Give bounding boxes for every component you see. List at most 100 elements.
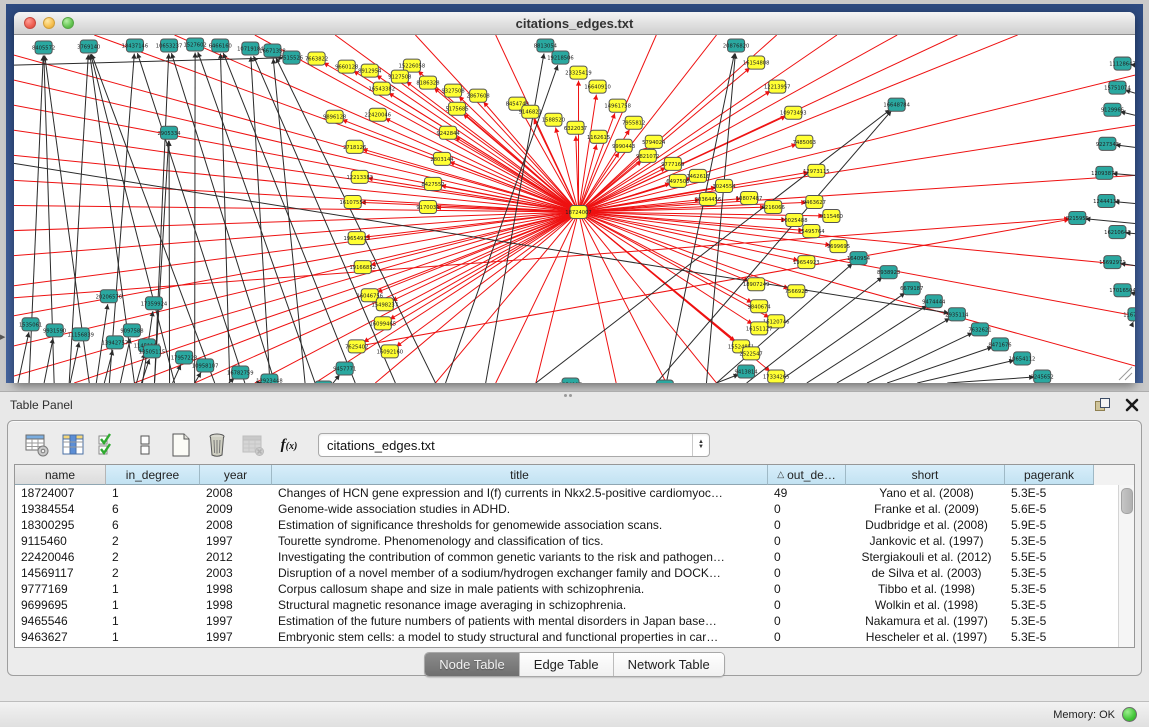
graph-node[interactable]: 9327508	[441, 84, 464, 97]
graph-node[interactable]: 23325419	[565, 66, 591, 79]
graph-node[interactable]: 1640954	[847, 252, 871, 265]
graph-node[interactable]: 9463627	[803, 195, 826, 208]
graph-node[interactable]: 3024554	[712, 179, 736, 192]
close-window-icon[interactable]	[24, 17, 36, 29]
graph-node[interactable]: 19218506	[547, 51, 573, 64]
graph-node[interactable]: 16210643	[1104, 226, 1130, 239]
splitter-handle[interactable]	[564, 394, 574, 398]
column-header-title[interactable]: title	[272, 465, 768, 485]
graph-node[interactable]: 2718126	[343, 140, 366, 153]
graph-node[interactable]: 9097588	[120, 324, 143, 337]
graph-node[interactable]: 2867608	[467, 89, 490, 102]
graph-node[interactable]: 16648784	[883, 98, 910, 111]
graph-node[interactable]: 12444135	[1093, 194, 1119, 207]
select-all-rows-button[interactable]	[94, 430, 124, 460]
graph-node[interactable]: 5175685	[445, 102, 468, 115]
graph-node[interactable]: 17957223	[171, 351, 197, 364]
graph-node[interactable]: 6679187	[900, 282, 923, 295]
table-row[interactable]: 1938455462009Genome-wide association stu…	[15, 501, 1119, 517]
graph-node[interactable]: 8938923	[877, 266, 900, 279]
graph-node[interactable]: 8590450	[312, 381, 335, 383]
graph-node[interactable]: 13942757	[102, 336, 128, 349]
graph-node[interactable]: 8912954	[358, 64, 382, 77]
graph-node[interactable]: 9990443	[612, 139, 635, 152]
close-panel-icon[interactable]	[1125, 398, 1139, 412]
graph-node[interactable]: 2803144	[430, 152, 454, 165]
graph-node[interactable]: 9840674	[748, 300, 772, 313]
table-row[interactable]: 1872400712008Changes of HCN gene express…	[15, 485, 1119, 501]
graph-node[interactable]: 10807487	[736, 191, 762, 204]
graph-node[interactable]: 9170031	[416, 200, 439, 213]
graph-node[interactable]: 9129966	[1101, 103, 1124, 116]
graph-node[interactable]: 7955812	[622, 116, 645, 129]
graph-node[interactable]: 9127508	[388, 70, 411, 83]
graph-node[interactable]: 9242844	[436, 126, 460, 139]
graph-node[interactable]: 5794024	[642, 135, 666, 148]
deselect-rows-button[interactable]	[130, 430, 160, 460]
graph-node[interactable]: 11128647	[1109, 57, 1135, 70]
graph-node[interactable]: 16640910	[584, 80, 610, 93]
table-row[interactable]: 977716911998Corpus callosum shape and si…	[15, 581, 1119, 597]
table-row[interactable]: 911546021997Tourette syndrome. Phenomeno…	[15, 533, 1119, 549]
graph-node[interactable]: 1535061	[19, 318, 42, 331]
graph-node[interactable]: 16782759	[227, 366, 253, 379]
graph-node[interactable]: 7566928	[785, 285, 808, 298]
delete-table-button[interactable]	[238, 430, 268, 460]
graph-node[interactable]: 9245013	[653, 380, 676, 383]
graph-node[interactable]: 7625402	[345, 340, 368, 353]
tab-edge-table[interactable]: Edge Table	[520, 653, 614, 676]
graph-node[interactable]: 9660128	[335, 60, 358, 73]
table-settings-button[interactable]	[22, 430, 52, 460]
graph-node[interactable]: 8186328	[416, 76, 439, 89]
network-svg[interactable]: 8405572376914018437146106532371527602646…	[14, 35, 1135, 383]
graph-node[interactable]: 1162615	[587, 130, 610, 143]
graph-node[interactable]: 17334265	[763, 370, 789, 383]
window-titlebar[interactable]: citations_edges.txt	[14, 12, 1135, 35]
table-row[interactable]: 1456911722003Disruption of a novel membe…	[15, 565, 1119, 581]
graph-node[interactable]: 16154808	[743, 56, 769, 69]
table-row[interactable]: 946362711997Embryonic stem cells: a mode…	[15, 629, 1119, 645]
graph-node[interactable]: 1588520	[542, 113, 565, 126]
show-columns-button[interactable]	[58, 430, 88, 460]
column-header-short[interactable]: short	[846, 465, 1005, 485]
graph-node[interactable]: 7485063	[793, 135, 816, 148]
graph-node[interactable]: 1954117	[559, 378, 582, 383]
graph-node[interactable]: 2522547	[740, 347, 763, 360]
graph-node[interactable]: 11675330	[1123, 308, 1135, 321]
table-scrollbar[interactable]	[1118, 485, 1134, 647]
graph-node[interactable]: 7663822	[305, 52, 328, 65]
graph-node[interactable]: 9896128	[323, 110, 346, 123]
graph-node[interactable]: 15692971	[1099, 256, 1125, 269]
graph-node[interactable]: 8813054	[534, 39, 558, 52]
column-header-in_degree[interactable]: in_degree	[106, 465, 200, 485]
graph-node[interactable]: 16107553	[339, 195, 365, 208]
graph-node[interactable]: 9227343	[1096, 137, 1119, 150]
scrollbar-thumb[interactable]	[1121, 488, 1133, 514]
network-canvas[interactable]: 8405572376914018437146106532371527602646…	[14, 35, 1135, 383]
graph-node[interactable]: 7632621	[968, 323, 991, 336]
graph-node[interactable]: 10653237	[156, 39, 182, 52]
graph-node[interactable]: 12093872	[1091, 166, 1117, 179]
graph-node[interactable]: 12973115	[803, 164, 829, 177]
column-header-name[interactable]: name	[15, 465, 106, 485]
graph-node[interactable]: 9474444	[922, 295, 946, 308]
graph-node[interactable]: 2905334	[157, 126, 181, 139]
create-column-button[interactable]	[166, 430, 196, 460]
graph-node[interactable]: 9146821	[519, 105, 542, 118]
network-window[interactable]: citations_edges.txt 84055723769140184371…	[14, 12, 1135, 383]
delete-column-button[interactable]	[202, 430, 232, 460]
graph-node[interactable]: 9821072	[636, 149, 659, 162]
graph-node[interactable]: 3769140	[77, 40, 100, 53]
graph-node[interactable]: 6216066	[762, 200, 785, 213]
zoom-window-icon[interactable]	[62, 17, 74, 29]
graph-node[interactable]: 8405572	[32, 41, 55, 54]
function-builder-button[interactable]: f(x)	[274, 430, 304, 460]
graph-node[interactable]: 20364456	[695, 192, 721, 205]
tab-node-table[interactable]: Node Table	[425, 653, 520, 676]
graph-node[interactable]: 9245652	[1031, 370, 1054, 383]
graph-node[interactable]: 10654112	[1009, 352, 1035, 365]
graph-node[interactable]: 9699695	[827, 240, 850, 253]
graph-node[interactable]: 17016504	[1109, 284, 1135, 297]
column-header-year[interactable]: year	[200, 465, 272, 485]
graph-node[interactable]: 8215955	[1066, 212, 1089, 225]
